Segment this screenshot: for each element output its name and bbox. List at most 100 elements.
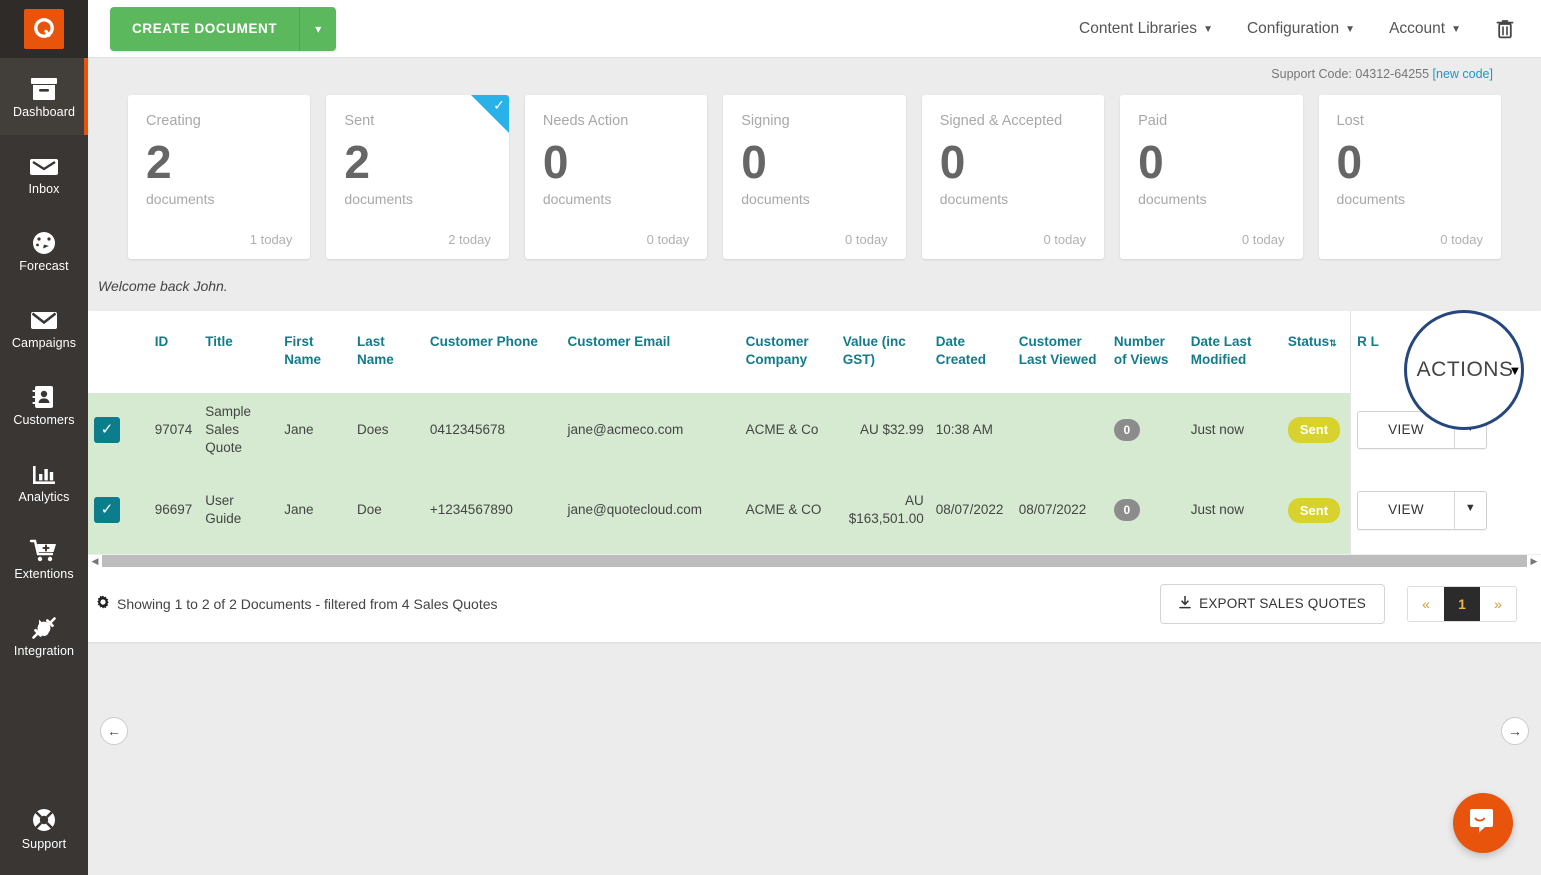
nav-configuration[interactable]: Configuration ▼ [1247,20,1355,38]
col-customer-company[interactable]: Customer Company [740,311,837,393]
col-number-of-views[interactable]: Number of Views [1108,311,1185,393]
status-badge[interactable]: Sent [1288,417,1340,443]
row-checkbox[interactable]: ✓ [94,497,120,523]
sidebar-item-inbox[interactable]: Inbox [0,135,88,212]
status-card-creating[interactable]: Creating 2 documents 1 today [128,95,310,259]
card-unit: documents [146,191,292,207]
card-today: 1 today [146,232,292,247]
sidebar-item-campaigns[interactable]: Campaigns [0,289,88,366]
sidebar-item-dashboard[interactable]: Dashboard [0,58,88,135]
card-unit: documents [543,191,689,207]
cell-views: 0 [1108,481,1185,539]
col-customer-last-viewed[interactable]: Customer Last Viewed [1013,311,1108,393]
sidebar-item-label: Forecast [19,259,68,273]
sort-az-icon: ⇅ [1329,338,1337,348]
sidebar-item-analytics[interactable]: Analytics [0,443,88,520]
gauge-icon [30,228,58,256]
status-card-signing[interactable]: Signing 0 documents 0 today [723,95,905,259]
col-title[interactable]: Title [199,311,278,393]
scrollbar-track[interactable] [102,555,1527,567]
chevron-down-icon: ▼ [1451,24,1461,35]
col-first-name[interactable]: First Name [278,311,351,393]
status-card-paid[interactable]: Paid 0 documents 0 today [1120,95,1302,259]
chevron-down-icon: ▼ [1203,24,1213,35]
col-select[interactable] [88,311,149,393]
cell-last-name: Doe [351,481,424,539]
cell-status: Sent [1282,481,1351,539]
col-customer-email[interactable]: Customer Email [562,311,740,393]
chevron-down-icon[interactable]: ▾ [300,7,336,51]
status-card-signed-accepted[interactable]: Signed & Accepted 0 documents 0 today [922,95,1104,259]
sidebar-item-extentions[interactable]: Extentions [0,520,88,597]
sidebar-item-customers[interactable]: Customers [0,366,88,443]
card-title: Signing [741,113,887,129]
main-content: Support Code: 04312-64255 [new code] Cre… [88,58,1541,875]
chat-launcher-button[interactable] [1453,793,1513,853]
sidebar-item-support[interactable]: Support [0,790,88,867]
status-card-needs-action[interactable]: Needs Action 0 documents 0 today [525,95,707,259]
card-count: 2 [146,139,292,185]
chevron-down-icon[interactable]: ▼ [1454,492,1486,528]
card-unit: documents [1138,191,1284,207]
download-icon [1179,596,1191,612]
table-row[interactable]: ✓ 97074 Sample Sales Quote Jane Does 041… [88,393,1541,468]
table-scroll-left-button[interactable]: ← [100,717,128,745]
create-document-button[interactable]: CREATE DOCUMENT [110,7,300,51]
row-select-cell[interactable]: ✓ [88,393,149,468]
pagination-page-1[interactable]: 1 [1444,587,1480,621]
row-select-cell[interactable]: ✓ [88,481,149,539]
view-button[interactable]: VIEW [1358,492,1454,528]
card-title: Lost [1337,113,1483,129]
status-card-sent[interactable]: ✓ Sent 2 documents 2 today [326,95,508,259]
new-code-link[interactable]: [new code] [1433,67,1493,81]
scrollbar-left-arrow-icon[interactable]: ◀ [88,556,102,567]
quotecloud-logo-icon [24,9,64,49]
sidebar-item-label: Campaigns [12,336,76,350]
row-checkbox[interactable]: ✓ [94,417,120,443]
card-title: Sent [344,113,490,129]
horizontal-scrollbar[interactable]: ◀ ▶ [88,554,1541,568]
col-customer-phone[interactable]: Customer Phone [424,311,562,393]
life-ring-icon [30,806,58,834]
cell-last-viewed: 08/07/2022 [1013,481,1108,539]
row-spacer [88,540,1541,554]
envelope-icon [29,305,59,333]
card-today: 0 today [741,232,887,247]
card-today: 0 today [543,232,689,247]
nav-content-libraries[interactable]: Content Libraries ▼ [1079,20,1213,38]
card-today: 0 today [1138,232,1284,247]
scrollbar-right-arrow-icon[interactable]: ▶ [1527,556,1541,567]
card-count: 0 [1337,139,1483,185]
col-date-created[interactable]: Date Created [930,311,1013,393]
app-logo[interactable] [0,0,88,58]
gear-icon[interactable] [96,595,110,612]
table-scroll-right-button[interactable]: → [1501,717,1529,745]
cell-company: ACME & Co [740,393,837,468]
pagination-last-button[interactable]: » [1480,587,1516,621]
cell-value: AU $32.99 [837,393,930,468]
status-card-lost[interactable]: Lost 0 documents 0 today [1319,95,1501,259]
trash-icon[interactable] [1495,18,1515,40]
status-cards: Creating 2 documents 1 today ✓ Sent 2 do… [88,81,1541,259]
col-id[interactable]: ID [149,311,200,393]
col-status[interactable]: Status⇅ [1282,311,1351,393]
table-row[interactable]: ✓ 96697 User Guide Jane Doe +1234567890 … [88,481,1541,539]
sidebar-item-forecast[interactable]: Forecast [0,212,88,289]
nav-account[interactable]: Account ▼ [1389,20,1461,38]
sidebar-item-integration[interactable]: Integration [0,597,88,674]
export-sales-quotes-button[interactable]: EXPORT SALES QUOTES [1160,584,1385,624]
status-badge[interactable]: Sent [1288,498,1340,524]
card-today: 0 today [1337,232,1483,247]
cell-date-modified: Just now [1185,393,1282,468]
actions-dropdown-label[interactable]: ACTIONS [1417,358,1514,382]
card-unit: documents [344,191,490,207]
col-value[interactable]: Value (inc GST) [837,311,930,393]
col-date-last-modified[interactable]: Date Last Modified [1185,311,1282,393]
pagination-first-button[interactable]: « [1408,587,1444,621]
col-last-name[interactable]: Last Name [351,311,424,393]
cell-email: jane@quotecloud.com [562,481,740,539]
cell-first-name: Jane [278,481,351,539]
card-today: 2 today [344,232,490,247]
card-unit: documents [940,191,1086,207]
card-today: 0 today [940,232,1086,247]
